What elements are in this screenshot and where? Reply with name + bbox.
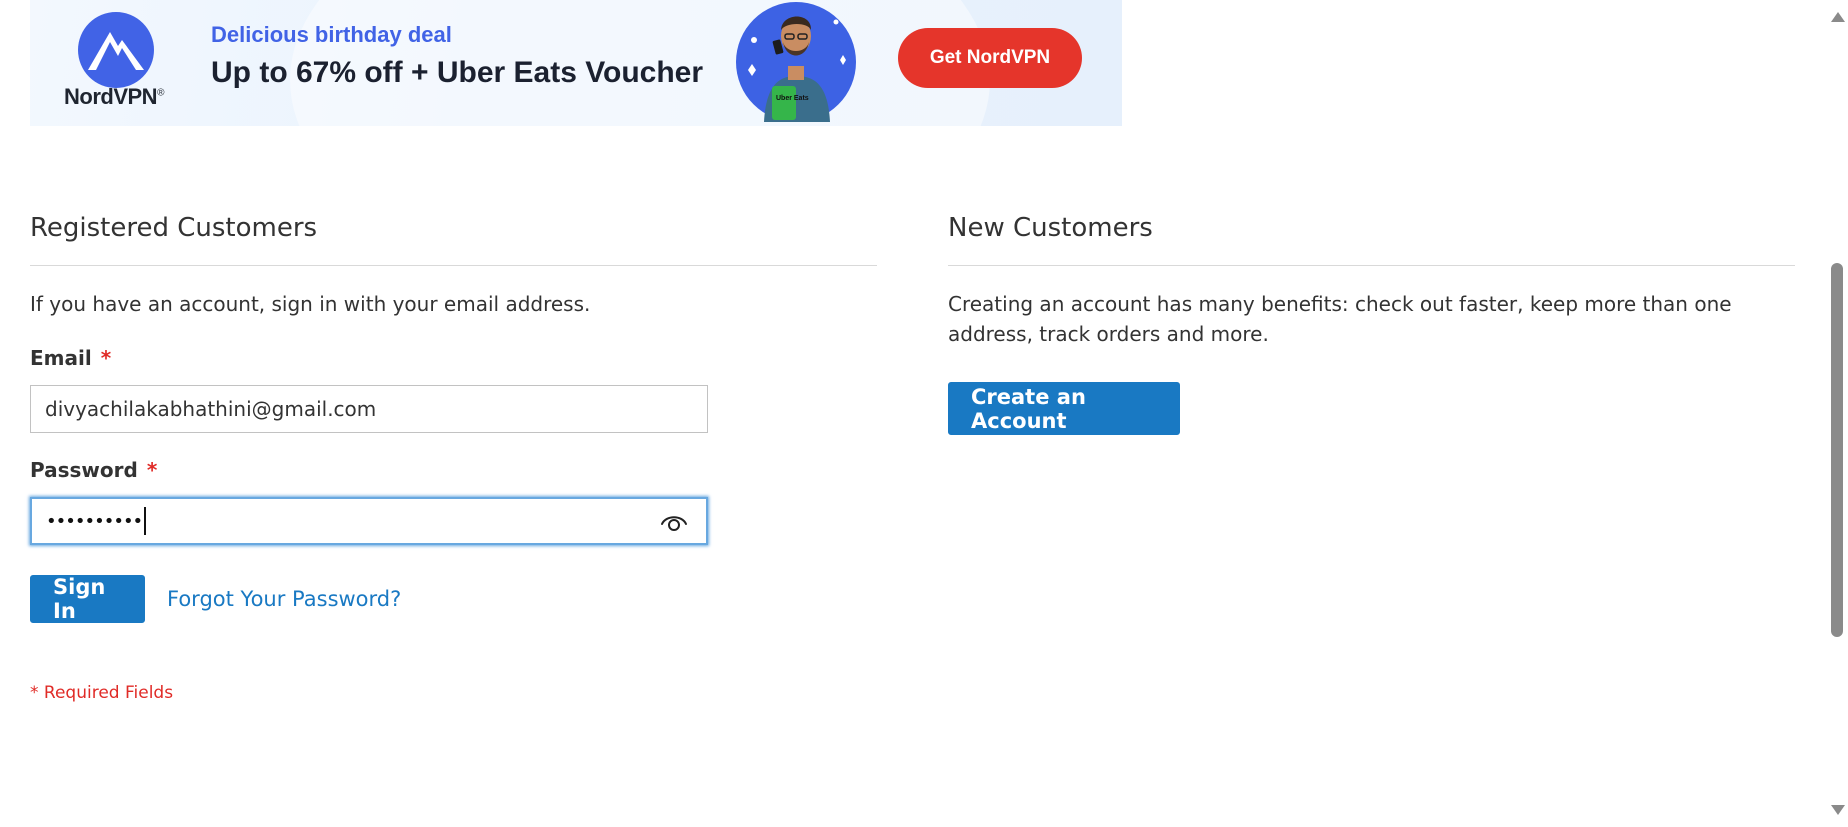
password-label-text: Password xyxy=(30,458,138,482)
ad-bag-text: Uber Eats xyxy=(776,95,809,102)
email-field-group: Email * xyxy=(30,345,877,433)
ad-banner[interactable]: NordVPN® Delicious birthday deal Up to 6… xyxy=(30,0,1122,126)
email-input-box[interactable] xyxy=(30,385,708,433)
ad-headline: Up to 67% off + Uber Eats Voucher xyxy=(211,56,704,89)
title-divider xyxy=(948,265,1795,266)
new-customers-block: New Customers Creating an account has ma… xyxy=(948,208,1795,435)
nordvpn-mountain-icon xyxy=(78,12,154,88)
new-customers-title: New Customers xyxy=(948,213,1153,243)
password-label: Password * xyxy=(30,457,877,483)
new-customers-note: Creating an account has many benefits: c… xyxy=(948,292,1732,346)
email-label: Email * xyxy=(30,345,877,371)
scroll-up-arrow-icon[interactable] xyxy=(1831,12,1845,22)
nordvpn-logo: NordVPN® xyxy=(64,12,174,112)
title-divider xyxy=(30,265,877,266)
forgot-password-link[interactable]: Forgot Your Password? xyxy=(167,587,401,611)
registered-customers-note: If you have an account, sign in with you… xyxy=(30,292,591,316)
eye-icon[interactable] xyxy=(660,511,688,533)
ad-eyebrow: Delicious birthday deal xyxy=(211,22,452,47)
text-caret xyxy=(144,507,147,535)
required-fields-note: * Required Fields xyxy=(30,683,174,703)
password-input[interactable]: •••••••••• xyxy=(30,497,708,545)
required-asterisk: * xyxy=(100,346,112,370)
scrollbar-thumb[interactable] xyxy=(1831,263,1843,637)
required-asterisk: * xyxy=(146,458,158,482)
password-masked-value: •••••••••• xyxy=(32,507,147,535)
page: NordVPN® Delicious birthday deal Up to 6… xyxy=(0,0,1848,827)
create-account-button[interactable]: Create an Account xyxy=(948,382,1180,435)
login-actions: Sign In Forgot Your Password? xyxy=(30,575,877,623)
registered-customers-block: Registered Customers If you have an acco… xyxy=(30,208,877,703)
password-field-group: Password * •••••••••• xyxy=(30,457,877,545)
registered-customers-title: Registered Customers xyxy=(30,213,318,243)
scroll-down-arrow-icon[interactable] xyxy=(1831,805,1845,815)
vertical-scrollbar[interactable] xyxy=(1826,0,1848,827)
nordvpn-wordmark: NordVPN® xyxy=(64,84,164,109)
email-input[interactable] xyxy=(31,386,707,432)
email-label-text: Email xyxy=(30,346,92,370)
ad-person-illustration: Uber Eats xyxy=(736,2,856,122)
get-nordvpn-button[interactable]: Get NordVPN xyxy=(898,28,1082,88)
sign-in-button[interactable]: Sign In xyxy=(30,575,145,623)
